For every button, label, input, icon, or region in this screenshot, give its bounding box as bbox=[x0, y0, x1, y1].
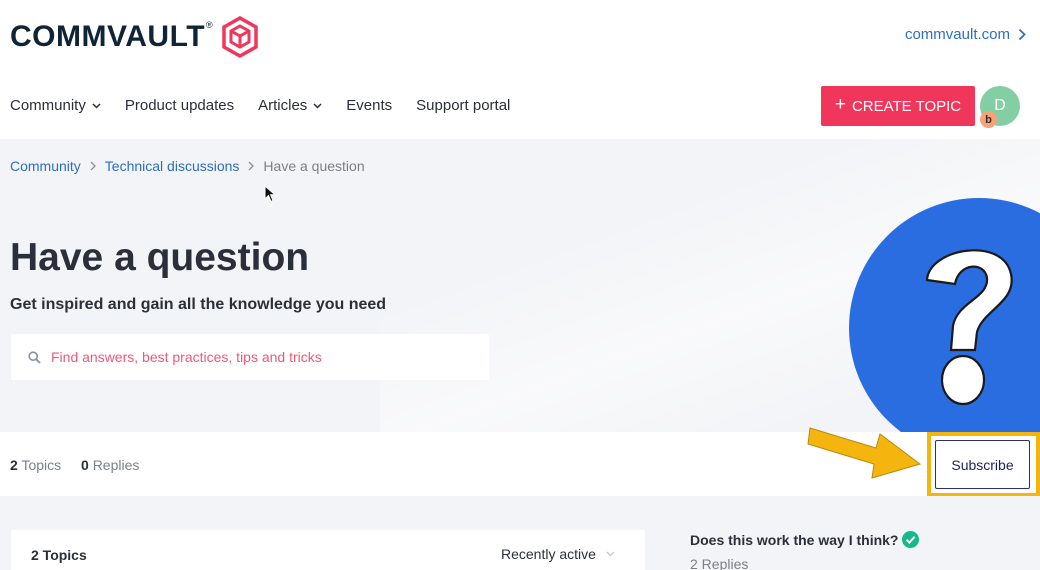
logo-trademark: ® bbox=[206, 20, 213, 30]
breadcrumb-community[interactable]: Community bbox=[10, 158, 81, 174]
chevron-right-icon bbox=[248, 161, 255, 171]
chevron-right-icon bbox=[90, 161, 96, 171]
commvault-site-link[interactable]: commvault.com bbox=[905, 26, 1026, 43]
nav-item-label: Support portal bbox=[416, 97, 511, 114]
commvault-logo[interactable]: COMMVAULT ® bbox=[10, 16, 259, 58]
chevron-down-icon bbox=[92, 102, 101, 109]
commvault-site-link-label: commvault.com bbox=[904, 26, 1010, 43]
chevron-right-icon bbox=[1018, 28, 1026, 41]
replies-label: Replies bbox=[92, 457, 140, 473]
replies-count: 0 bbox=[81, 457, 89, 473]
replies-stat: 0 Replies bbox=[81, 457, 139, 473]
sidebar-topic-link[interactable]: Does this work the way I think? bbox=[690, 531, 920, 548]
sort-dropdown[interactable]: Recently active bbox=[501, 546, 615, 562]
top-bar: COMMVAULT ® commvault.com bbox=[0, 0, 1040, 75]
nav-item-events[interactable]: Events bbox=[346, 97, 392, 114]
nav-item-community[interactable]: Community bbox=[10, 97, 101, 114]
content-area: 2 Topics Recently active Does this work … bbox=[0, 496, 1040, 570]
solved-check-icon bbox=[902, 531, 920, 548]
main-nav: Community Product updates Articles Event… bbox=[0, 75, 1040, 139]
sidebar-topic-title: Does this work the way I think? bbox=[690, 531, 899, 548]
nav-item-support-portal[interactable]: Support portal bbox=[416, 97, 510, 114]
topics-stat: 2 Topics bbox=[10, 457, 61, 473]
hero-banner: Community Technical discussions Have a q… bbox=[0, 139, 1040, 432]
subscribe-button[interactable]: Subscribe bbox=[935, 440, 1030, 489]
avatar-badge: b bbox=[980, 111, 997, 128]
sidebar-topic-replies: 2 Replies bbox=[690, 556, 749, 570]
topics-panel: 2 Topics Recently active bbox=[11, 530, 645, 570]
create-topic-button[interactable]: + CREATE TOPIC bbox=[821, 86, 975, 126]
page-title: Have a question bbox=[10, 236, 310, 279]
nav-item-label: Product updates bbox=[124, 97, 235, 114]
breadcrumb: Community Technical discussions Have a q… bbox=[10, 158, 365, 174]
nav-item-articles[interactable]: Articles bbox=[258, 97, 322, 114]
topics-panel-count: 2 Topics bbox=[31, 547, 87, 563]
nav-item-product-updates[interactable]: Product updates bbox=[125, 97, 234, 114]
breadcrumb-technical-discussions[interactable]: Technical discussions bbox=[105, 158, 240, 174]
breadcrumb-current: Have a question bbox=[263, 158, 365, 174]
topics-count: 2 bbox=[10, 457, 18, 473]
page-subtitle: Get inspired and gain all the knowledge … bbox=[10, 296, 387, 313]
search-placeholder: Find answers, best practices, tips and t… bbox=[51, 349, 322, 365]
logo-wordmark: COMMVAULT bbox=[10, 20, 206, 53]
chevron-down-icon bbox=[606, 551, 615, 557]
chevron-down-icon bbox=[313, 102, 322, 109]
plus-icon: + bbox=[834, 94, 846, 115]
logo-cube-icon bbox=[221, 16, 258, 58]
topics-label: Topics bbox=[21, 457, 62, 473]
mouse-cursor-icon bbox=[264, 185, 276, 203]
highlight-arrow-icon bbox=[807, 427, 922, 479]
nav-item-label: Events bbox=[346, 97, 393, 114]
nav-item-label: Community bbox=[10, 97, 86, 114]
nav-item-label: Articles bbox=[258, 97, 308, 114]
search-input[interactable]: Find answers, best practices, tips and t… bbox=[11, 334, 489, 380]
search-icon bbox=[28, 350, 41, 364]
avatar-initial: D bbox=[994, 97, 1006, 114]
sort-label: Recently active bbox=[501, 546, 596, 562]
create-topic-label: CREATE TOPIC bbox=[851, 97, 962, 115]
question-mark-icon bbox=[925, 249, 1013, 406]
